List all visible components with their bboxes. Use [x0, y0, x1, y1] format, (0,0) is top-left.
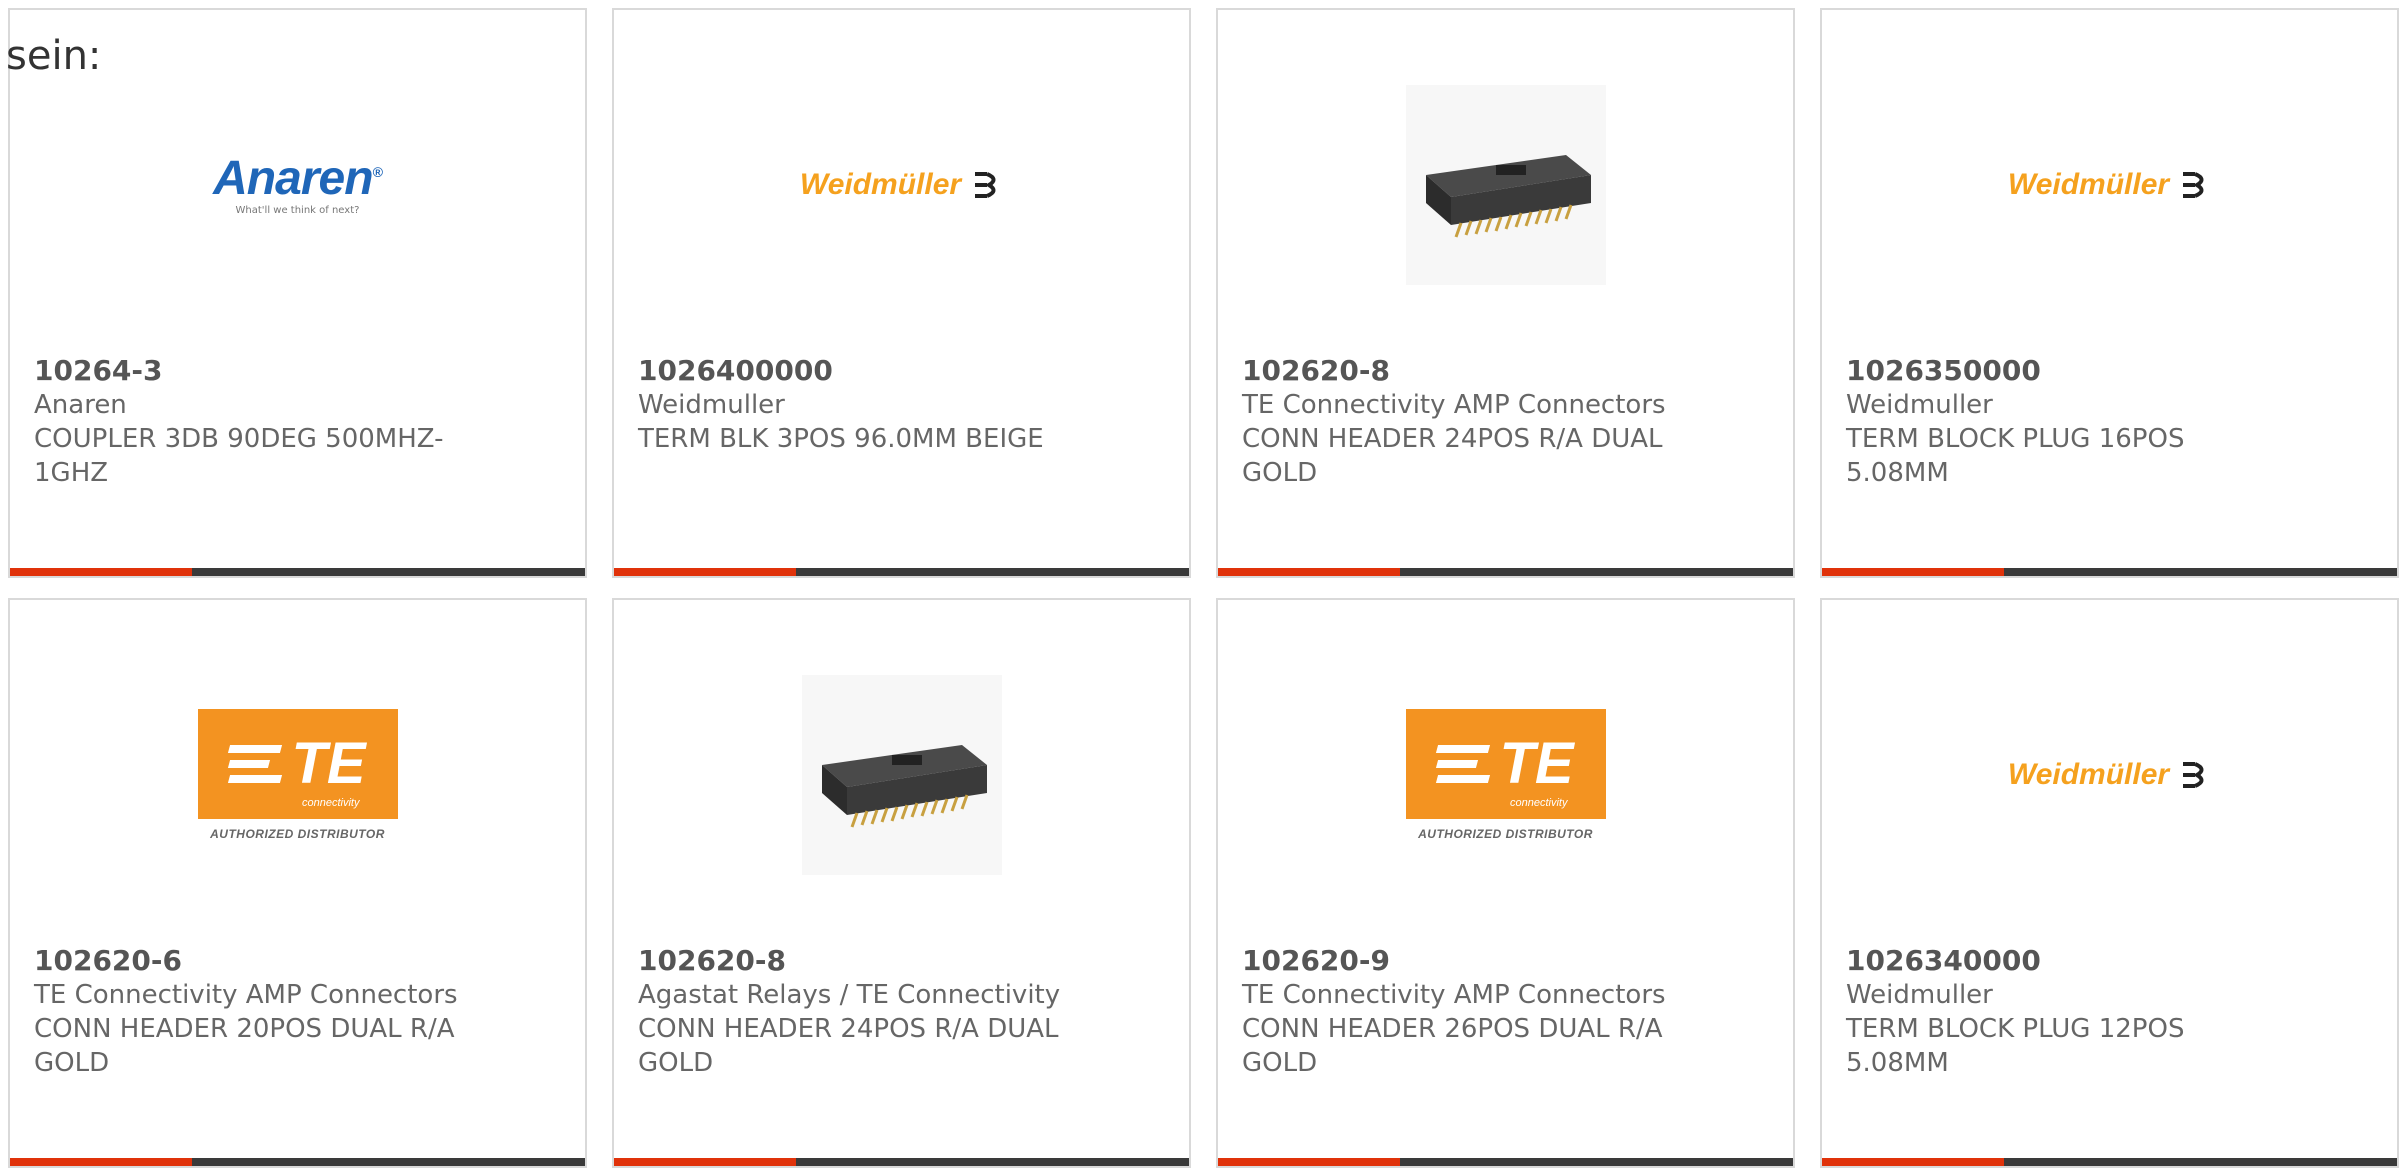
manufacturer: Weidmuller [638, 390, 785, 420]
product-card[interactable]: TE connectivity AUTHORIZED DISTRIBUTOR 1… [1216, 598, 1795, 1168]
weidmuller-logo: Weidmüller [2008, 168, 2211, 202]
card-bottom-bar [614, 1158, 1189, 1166]
manufacturer: Weidmuller [1846, 980, 1993, 1010]
part-number[interactable]: 1026340000 [1846, 944, 2306, 978]
product-image[interactable]: TE connectivity AUTHORIZED DISTRIBUTOR [1218, 660, 1793, 890]
product-card[interactable]: Anaren® What'll we think of next? 10264-… [8, 8, 587, 578]
description: CONN HEADER 26POS DUAL R/A GOLD [1242, 1014, 1663, 1078]
connector-header-photo [801, 675, 1002, 875]
part-number[interactable]: 102620-9 [1242, 944, 1702, 978]
product-card[interactable]: 102620-8 TE Connectivity AMP Connectors … [1216, 8, 1795, 578]
part-number[interactable]: 10264-3 [34, 354, 494, 388]
product-image[interactable]: TE connectivity AUTHORIZED DISTRIBUTOR [10, 660, 585, 890]
connector-header-photo [1405, 85, 1606, 285]
weidmuller-mark-icon [2183, 762, 2204, 788]
product-card[interactable]: Weidmüller 1026400000 Weidmuller TERM BL… [612, 8, 1191, 578]
weidmuller-mark-icon [975, 172, 996, 198]
te-connectivity-logo: TE connectivity AUTHORIZED DISTRIBUTOR [1405, 709, 1606, 841]
part-number[interactable]: 102620-8 [1242, 354, 1702, 388]
anaren-logo: Anaren® What'll we think of next? [213, 151, 383, 216]
description: COUPLER 3DB 90DEG 500MHZ- 1GHZ [34, 424, 444, 488]
card-bottom-bar [10, 1158, 585, 1166]
card-bottom-bar [1218, 568, 1793, 576]
part-number[interactable]: 102620-8 [638, 944, 1098, 978]
card-bottom-bar [1822, 568, 2397, 576]
description: CONN HEADER 24POS R/A DUAL GOLD [638, 1014, 1059, 1078]
product-card[interactable]: Weidmüller 1026350000 Weidmuller TERM BL… [1820, 8, 2399, 578]
manufacturer: Anaren [34, 390, 127, 420]
product-image[interactable] [1218, 70, 1793, 300]
part-number[interactable]: 1026350000 [1846, 354, 2306, 388]
weidmuller-logo: Weidmüller [2008, 758, 2211, 792]
product-grid: Anaren® What'll we think of next? 10264-… [8, 8, 2399, 1168]
card-bottom-bar [10, 568, 585, 576]
manufacturer: TE Connectivity AMP Connectors [34, 980, 458, 1010]
te-connectivity-logo: TE connectivity AUTHORIZED DISTRIBUTOR [197, 709, 398, 841]
intro-text: sein: [6, 33, 102, 79]
weidmuller-mark-icon [2183, 172, 2204, 198]
product-image[interactable]: Weidmüller [1822, 70, 2397, 300]
description: TERM BLOCK PLUG 12POS 5.08MM [1846, 1014, 2185, 1078]
description: TERM BLOCK PLUG 16POS 5.08MM [1846, 424, 2185, 488]
product-card[interactable]: TE connectivity AUTHORIZED DISTRIBUTOR 1… [8, 598, 587, 1168]
product-card[interactable]: 102620-8 Agastat Relays / TE Connectivit… [612, 598, 1191, 1168]
manufacturer: Weidmuller [1846, 390, 1993, 420]
description: CONN HEADER 20POS DUAL R/A GOLD [34, 1014, 455, 1078]
manufacturer: TE Connectivity AMP Connectors [1242, 390, 1666, 420]
product-image[interactable]: Weidmüller [614, 70, 1189, 300]
part-number[interactable]: 1026400000 [638, 354, 1098, 388]
weidmuller-logo: Weidmüller [800, 168, 1003, 202]
part-number[interactable]: 102620-6 [34, 944, 494, 978]
product-image[interactable] [614, 660, 1189, 890]
manufacturer: TE Connectivity AMP Connectors [1242, 980, 1666, 1010]
description: CONN HEADER 24POS R/A DUAL GOLD [1242, 424, 1663, 488]
product-card[interactable]: Weidmüller 1026340000 Weidmuller TERM BL… [1820, 598, 2399, 1168]
card-bottom-bar [1822, 1158, 2397, 1166]
description: TERM BLK 3POS 96.0MM BEIGE [638, 424, 1044, 454]
card-bottom-bar [614, 568, 1189, 576]
manufacturer: Agastat Relays / TE Connectivity [638, 980, 1061, 1010]
product-image[interactable]: Weidmüller [1822, 660, 2397, 890]
product-image[interactable]: Anaren® What'll we think of next? [10, 70, 585, 300]
card-bottom-bar [1218, 1158, 1793, 1166]
